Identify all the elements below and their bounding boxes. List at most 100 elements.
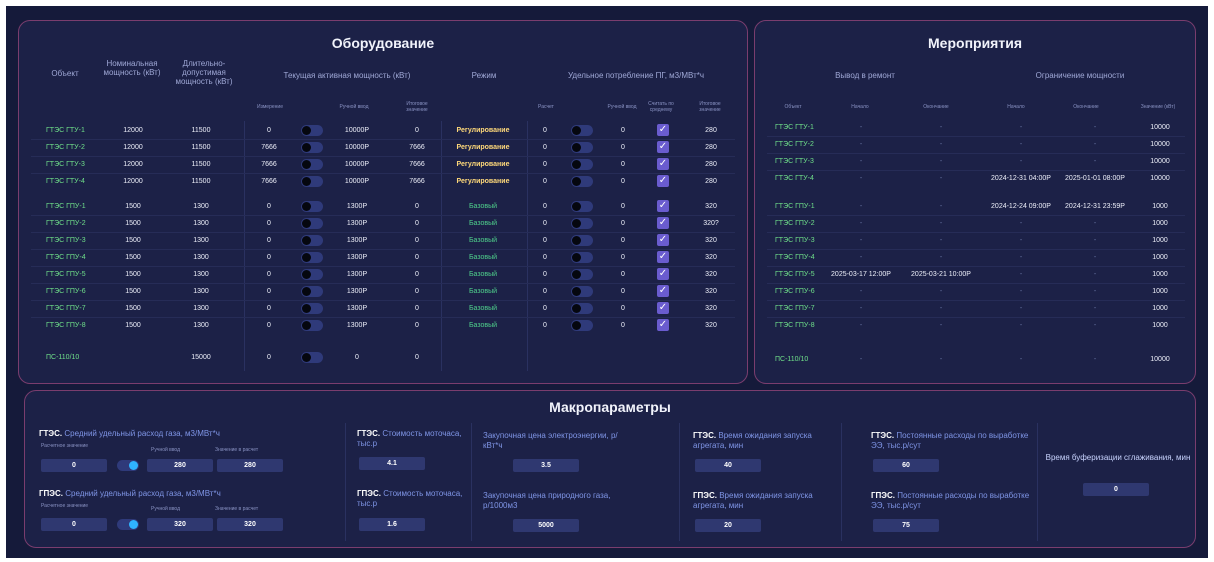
average-checkbox[interactable]: ✓ — [657, 319, 669, 331]
gpes-wait-input[interactable]: 20 — [695, 519, 761, 532]
row-manual2[interactable]: 0 — [611, 288, 635, 295]
consumption-toggle[interactable] — [571, 269, 593, 280]
gts-motohour-input[interactable]: 4.1 — [359, 457, 425, 470]
row-manual2[interactable]: 0 — [611, 144, 635, 151]
buffer-input[interactable]: 0 — [1083, 483, 1149, 496]
power-source-toggle[interactable] — [301, 320, 323, 331]
row-mode: Регулирование — [456, 144, 510, 151]
row-manual[interactable]: 1300Р — [335, 305, 379, 312]
average-checkbox[interactable]: ✓ — [657, 124, 669, 136]
row-manual[interactable]: 10000Р — [335, 161, 379, 168]
limit-start: 2024-12-31 04:00Р — [991, 175, 1051, 182]
consumption-toggle[interactable] — [571, 286, 593, 297]
power-source-toggle[interactable] — [301, 176, 323, 187]
power-source-toggle[interactable] — [301, 286, 323, 297]
gas-price-input[interactable]: 5000 — [513, 519, 579, 532]
average-checkbox[interactable]: ✓ — [657, 234, 669, 246]
event-object: ГТЭС ГТУ-3 — [775, 158, 814, 165]
power-source-toggle[interactable] — [301, 218, 323, 229]
row-manual2[interactable]: 0 — [611, 322, 635, 329]
gts-fixed-input[interactable]: 60 — [873, 459, 939, 472]
row-divider — [31, 283, 735, 284]
row-manual[interactable]: 10000Р — [335, 127, 379, 134]
average-checkbox[interactable]: ✓ — [657, 141, 669, 153]
limit-start: - — [1019, 254, 1023, 261]
gts-gas-toggle[interactable] — [117, 460, 139, 471]
power-source-toggle[interactable] — [301, 252, 323, 263]
row-manual2[interactable]: 0 — [611, 254, 635, 261]
substation-toggle[interactable] — [301, 352, 323, 363]
row-manual2[interactable]: 0 — [611, 305, 635, 312]
row-manual[interactable]: 1300Р — [335, 288, 379, 295]
row-final2: 320 — [705, 203, 717, 210]
gpes-gas-toggle[interactable] — [117, 519, 139, 530]
consumption-toggle[interactable] — [571, 201, 593, 212]
substation-manual[interactable]: 0 — [335, 354, 379, 361]
power-source-toggle[interactable] — [301, 303, 323, 314]
consumption-toggle[interactable] — [571, 252, 593, 263]
consumption-toggle[interactable] — [571, 235, 593, 246]
average-checkbox[interactable]: ✓ — [657, 251, 669, 263]
power-source-toggle[interactable] — [301, 159, 323, 170]
consumption-toggle[interactable] — [571, 125, 593, 136]
limit-value: 10000 — [1150, 175, 1170, 182]
row-manual2[interactable]: 0 — [611, 220, 635, 227]
consumption-toggle[interactable] — [571, 142, 593, 153]
row-divider — [31, 139, 735, 140]
average-checkbox[interactable]: ✓ — [657, 217, 669, 229]
row-manual2[interactable]: 0 — [611, 271, 635, 278]
row-longterm: 1300 — [193, 220, 209, 227]
row-mode: Базовый — [468, 322, 498, 329]
consumption-toggle[interactable] — [571, 176, 593, 187]
limit-value: 1000 — [1152, 305, 1168, 312]
limit-value: 10000 — [1150, 141, 1170, 148]
power-source-toggle[interactable] — [301, 201, 323, 212]
row-manual2[interactable]: 0 — [611, 178, 635, 185]
power-source-toggle[interactable] — [301, 125, 323, 136]
row-manual[interactable]: 1300Р — [335, 254, 379, 261]
row-final: 7666 — [409, 178, 425, 185]
gts-calc-label: Расчетное значение — [41, 443, 89, 449]
gpes-manual-label: Ручной ввод — [151, 506, 181, 512]
power-source-toggle[interactable] — [301, 235, 323, 246]
average-checkbox[interactable]: ✓ — [657, 200, 669, 212]
consumption-toggle[interactable] — [571, 159, 593, 170]
gpes-fixed-input[interactable]: 75 — [873, 519, 939, 532]
limit-value: 1000 — [1152, 237, 1168, 244]
row-divider — [767, 283, 1185, 284]
event-object: ГТЭС ГТУ-2 — [775, 141, 814, 148]
power-source-toggle[interactable] — [301, 142, 323, 153]
row-manual[interactable]: 1300Р — [335, 203, 379, 210]
consumption-toggle[interactable] — [571, 218, 593, 229]
row-manual2[interactable]: 0 — [611, 237, 635, 244]
consumption-toggle[interactable] — [571, 303, 593, 314]
gts-wait-input[interactable]: 40 — [695, 459, 761, 472]
gpes-motohour-input[interactable]: 1.6 — [359, 518, 425, 531]
row-manual[interactable]: 1300Р — [335, 220, 379, 227]
gts-manual-input[interactable]: 280 — [147, 459, 213, 472]
gpes-manual-input[interactable]: 320 — [147, 518, 213, 531]
limit-end: - — [1093, 288, 1097, 295]
row-manual2[interactable]: 0 — [611, 127, 635, 134]
row-manual[interactable]: 1300Р — [335, 322, 379, 329]
events-panel: Мероприятия Вывод в ремонт Ограничение м… — [754, 20, 1196, 384]
average-checkbox[interactable]: ✓ — [657, 175, 669, 187]
repair-start: - — [859, 203, 863, 210]
row-manual[interactable]: 10000Р — [335, 144, 379, 151]
row-manual[interactable]: 10000Р — [335, 178, 379, 185]
row-measurement: 7666 — [261, 178, 277, 185]
row-manual2[interactable]: 0 — [611, 203, 635, 210]
repair-start: - — [859, 158, 863, 165]
row-manual[interactable]: 1300Р — [335, 271, 379, 278]
header-ev-end: Окончание — [923, 104, 949, 110]
limit-value: 1000 — [1152, 203, 1168, 210]
el-price-input[interactable]: 3.5 — [513, 459, 579, 472]
average-checkbox[interactable]: ✓ — [657, 268, 669, 280]
average-checkbox[interactable]: ✓ — [657, 285, 669, 297]
row-manual[interactable]: 1300Р — [335, 237, 379, 244]
average-checkbox[interactable]: ✓ — [657, 302, 669, 314]
consumption-toggle[interactable] — [571, 320, 593, 331]
average-checkbox[interactable]: ✓ — [657, 158, 669, 170]
power-source-toggle[interactable] — [301, 269, 323, 280]
row-manual2[interactable]: 0 — [611, 161, 635, 168]
